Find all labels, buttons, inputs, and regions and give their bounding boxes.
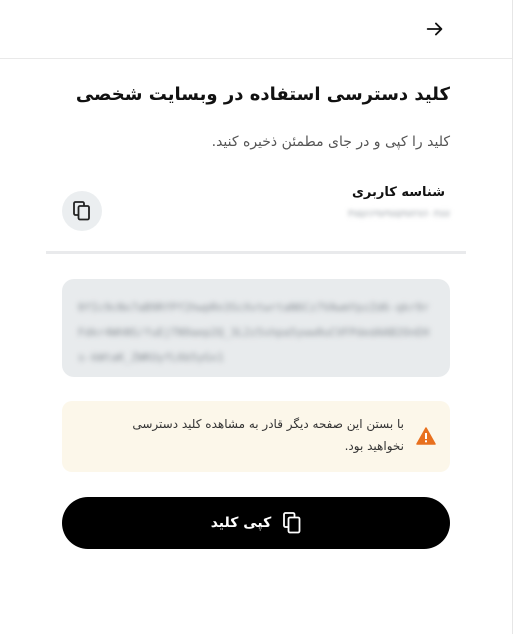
copy-key-button[interactable]: کپی کلید [62, 497, 450, 549]
copy-key-label: کپی کلید [210, 515, 272, 531]
arrow-right-icon [426, 22, 443, 36]
page-subtitle: کلید را کپی و در جای مطمئن ذخیره کنید. [211, 134, 450, 150]
back-button[interactable] [420, 14, 450, 44]
warning-text: با بستن این صفحه دیگر قادر به مشاهده کلی… [132, 417, 404, 453]
user-id-value: ۴۷۵۶۶۹۷۹۷۵۹۷۲۷۶۰۳۸۷ [347, 209, 450, 220]
warning-triangle-icon [416, 427, 436, 445]
access-key-value: 0fIc9cNx7aB9RfPf2hwpRn3ScXvtwrtaN6Cz7VAw… [78, 301, 429, 364]
divider [46, 251, 466, 254]
copy-icon [73, 201, 90, 221]
user-id-label: شناسه کاربری [352, 185, 445, 200]
copy-icon [283, 512, 301, 534]
access-key-box: 0fIc9cNx7aB9RfPf2hwpRn3ScXvtwrtaN6Cz7VAw… [62, 279, 450, 377]
copy-user-id-button[interactable] [62, 191, 102, 231]
top-bar [0, 0, 512, 59]
page-title: کلید دسترسی استفاده در وبسایت شخصی [75, 84, 450, 105]
warning-notice: با بستن این صفحه دیگر قادر به مشاهده کلی… [62, 401, 450, 472]
